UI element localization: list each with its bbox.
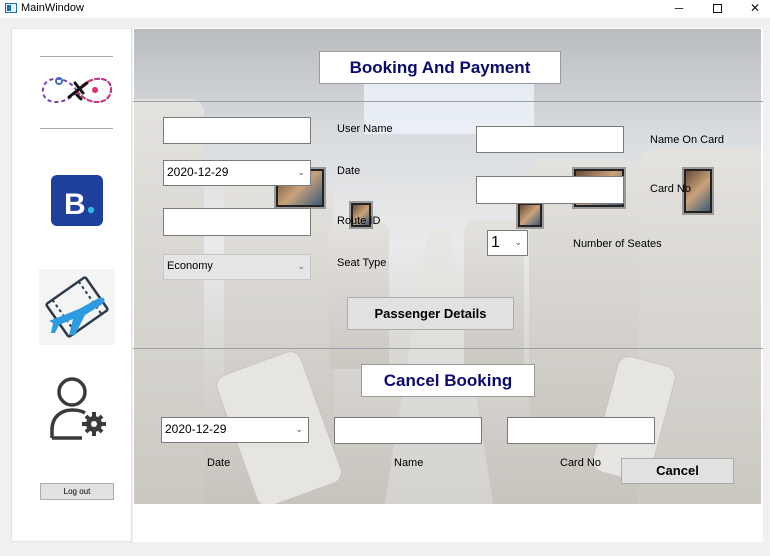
cancel-date-label: Date (207, 457, 231, 469)
card-no-input[interactable] (476, 176, 624, 204)
svg-text:B: B (64, 188, 86, 221)
card-no-label: Card No (650, 183, 691, 195)
seat-type-value: Economy (167, 260, 213, 272)
chevron-down-icon: ⌄ (297, 261, 305, 271)
close-button[interactable]: ✕ (736, 0, 770, 18)
number-of-seats-label: Number of Seates (573, 238, 662, 250)
section-divider (133, 101, 763, 102)
booking-date-value: 2020-12-29 (167, 165, 229, 179)
cancel-name-input[interactable] (334, 417, 482, 444)
flight-ticket-icon[interactable] (39, 269, 115, 345)
cancel-card-no-input[interactable] (507, 417, 655, 444)
logout-button[interactable]: Log out (40, 483, 114, 500)
booking-payment-heading: Booking And Payment (319, 51, 561, 84)
chevron-down-icon: ⌄ (297, 167, 305, 177)
cancel-name-label: Name (394, 457, 424, 469)
date-label: Date (337, 165, 361, 177)
title-bar: MainWindow ─ ✕ (0, 0, 770, 18)
booking-b-icon[interactable]: B (51, 175, 103, 226)
chevron-down-icon: ⌄ (295, 424, 303, 434)
window-title: MainWindow (21, 2, 84, 14)
number-of-seats-value: 1 (491, 234, 500, 251)
chevron-down-icon: ⌄ (514, 237, 522, 247)
user-name-label: User Name (337, 123, 393, 135)
passenger-details-button[interactable]: Passenger Details (347, 297, 514, 330)
cancel-date-select[interactable]: 2020-12-29 ⌄ (161, 417, 309, 443)
maximize-icon (712, 4, 722, 13)
user-name-input[interactable] (163, 117, 311, 144)
main-panel: Booking And Payment User Name 2020-12-29… (133, 28, 763, 542)
app-window-icon (5, 3, 17, 13)
cancel-date-value: 2020-12-29 (165, 422, 227, 436)
sidebar: B Log out (11, 28, 132, 542)
route-id-input[interactable] (163, 208, 311, 236)
seat-type-label: Seat Type (337, 257, 387, 269)
cancel-card-no-label: Card No (560, 457, 601, 469)
user-settings-icon[interactable] (48, 376, 108, 442)
number-of-seats-select[interactable]: 1 ⌄ (487, 230, 528, 256)
cancel-booking-heading: Cancel Booking (361, 364, 535, 397)
name-on-card-label: Name On Card (650, 134, 724, 146)
sidebar-divider (40, 56, 113, 57)
maximize-button[interactable] (698, 0, 736, 18)
route-id-label: Route ID (337, 215, 381, 227)
minimize-button[interactable]: ─ (660, 0, 698, 18)
main-window: MainWindow ─ ✕ B Log out Booking And Pay… (0, 0, 770, 556)
name-on-card-input[interactable] (476, 126, 624, 153)
travel-route-icon[interactable] (39, 69, 115, 113)
cancel-button[interactable]: Cancel (621, 458, 734, 484)
seat-type-select[interactable]: Economy ⌄ (163, 254, 311, 280)
booking-date-select[interactable]: 2020-12-29 ⌄ (163, 160, 311, 186)
section-divider (133, 348, 763, 349)
sidebar-divider (40, 128, 113, 129)
